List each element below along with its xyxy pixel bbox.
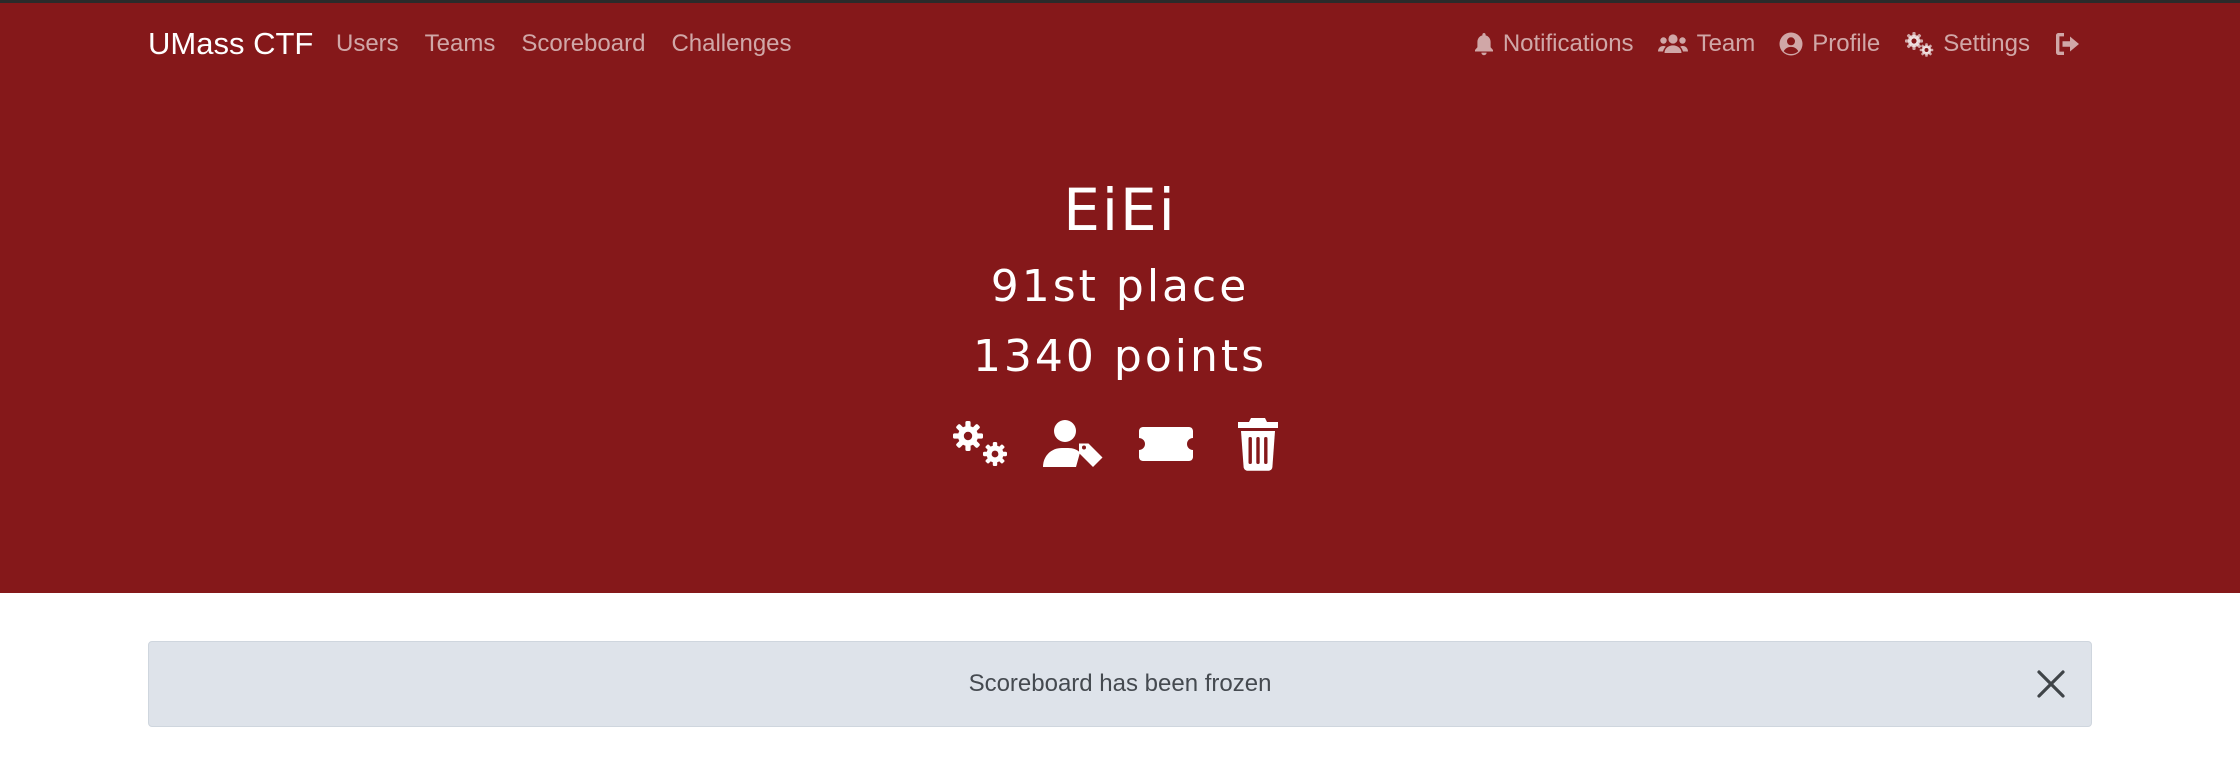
nav-label: Settings [1943,30,2030,57]
navbar: UMass CTF Users Teams Scoreboard Challen… [0,0,2240,90]
user-tag-icon [1043,419,1105,474]
team-disband-button[interactable] [1226,417,1290,476]
scoreboard-frozen-alert: Scoreboard has been frozen [148,641,2092,727]
nav-label: Profile [1812,30,1881,57]
team-summary: EiEi 91st place 1340 points [0,170,2240,392]
ticket-icon [1137,423,1195,470]
sign-out-icon [2054,32,2080,56]
cogs-icon [1904,31,1934,57]
nav-label: Team [1696,30,1756,57]
team-settings-button[interactable] [950,418,1014,474]
close-icon [2033,670,2069,706]
users-icon [1657,32,1688,56]
team-header: UMass CTF Users Teams Scoreboard Challen… [0,0,2240,593]
place-suffix: place [1115,261,1250,312]
team-name: EiEi [1063,176,1177,244]
place-number: 91st [990,261,1099,312]
bell-icon [1474,32,1494,56]
team-captain-button[interactable] [1042,418,1106,474]
logout-link[interactable] [2054,32,2080,56]
nav-link-settings[interactable]: Settings [1904,28,2030,60]
team-invite-button[interactable] [1134,418,1198,474]
points-suffix: points [1113,331,1268,382]
team-points: 1340 points [0,322,2240,392]
nav-link-team[interactable]: Team [1657,28,1756,60]
nav-label: Notifications [1502,30,1634,57]
nav-link-profile[interactable]: Profile [1779,28,1880,60]
nav-left-links: Users Teams Scoreboard Challenges [336,28,792,60]
trash-icon [1236,417,1280,476]
nav-link-users[interactable]: Users [336,28,399,60]
alert-message: Scoreboard has been frozen [968,670,1272,697]
brand-logo[interactable]: UMass CTF [148,26,313,62]
nav-link-teams[interactable]: Teams [425,28,496,60]
nav-right-links: Notifications Team Profile Settings [1474,28,2080,60]
nav-link-notifications[interactable]: Notifications [1474,28,1634,60]
team-place: 91st place [0,252,2240,322]
alert-close-button[interactable] [2033,666,2069,702]
nav-link-scoreboard[interactable]: Scoreboard [521,28,645,60]
nav-link-challenges[interactable]: Challenges [671,28,791,60]
points-value: 1340 [972,331,1097,382]
user-circle-icon [1779,32,1803,56]
cogs-icon [951,419,1013,474]
team-actions [0,417,2240,476]
